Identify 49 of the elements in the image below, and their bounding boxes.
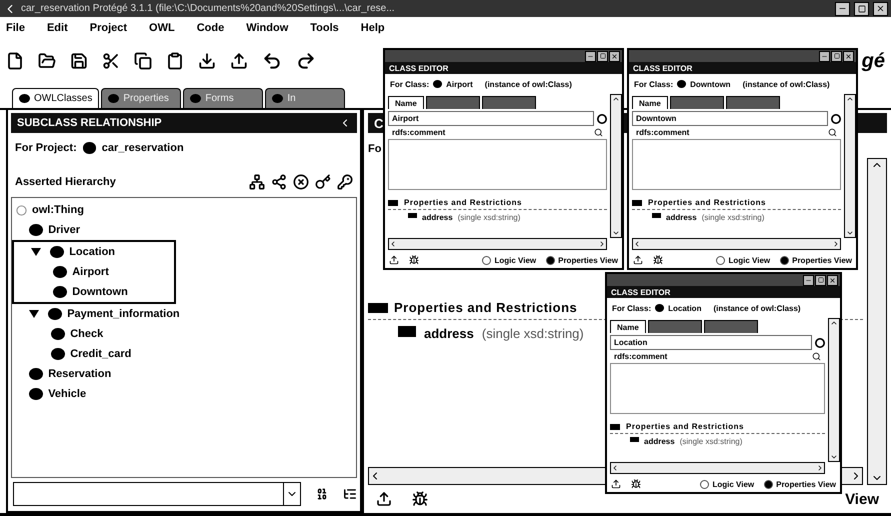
view-label: View [845,490,879,508]
class-name: Airport [446,80,473,88]
section-title: Properties and Restrictions [626,422,744,431]
section-title: Properties and Restrictions [648,198,766,207]
panel-header: SUBCLASS RELATIONSHIP [11,113,357,133]
class-label: Driver [48,224,80,236]
for-class-label: Fo [368,143,382,155]
hierarchy-label: Asserted Hierarchy [15,176,116,188]
comment-label: rdfs:comment [614,352,668,361]
logo-text: gé [862,50,885,72]
class-label: Airport [72,266,109,278]
section-title: Properties and Restrictions [404,198,522,207]
section-title: Properties and Restrictions [394,300,578,315]
project-label: For Project: [15,142,77,154]
property-type: (single xsd:string) [702,213,764,222]
for-class-label: For Class: [390,80,430,88]
radio-label: Logic View [712,480,754,488]
class-label: Check [70,328,104,340]
radio-label: Logic View [494,256,536,264]
class-label: owl:Thing [32,204,84,216]
class-label: Reservation [48,368,112,380]
property-name: address [422,213,453,222]
property-name: address [644,437,675,446]
property-name: address [424,326,474,341]
property-name: address [666,213,697,222]
property-type: (single xsd:string) [680,437,742,446]
radio-label: Logic View [728,256,770,264]
radio-label: Properties View [792,256,852,264]
project-name: car_reservation [102,142,184,154]
panel-header: CLASS EDITOR [607,286,840,298]
class-label: Payment_information [67,308,180,320]
class-label: Location [69,246,116,258]
class-label: Downtown [72,286,128,298]
class-type: (instance of owl:Class) [713,304,801,312]
panel-header: CLASS EDITOR [385,62,622,74]
class-type: (instance of owl:Class) [742,80,830,88]
for-class-label: For Class: [634,80,674,88]
for-class-label: For Class: [612,304,652,312]
window-title: car_reservation Protégé 3.1.1 (file:\C:\Documents%20and%20Settings\...\car_rese... [21,3,396,14]
class-name: Location [668,304,702,312]
radio-label: Properties View [558,256,618,264]
panel-header: CLASS EDITOR [629,62,856,74]
property-type: (single xsd:string) [482,326,584,341]
class-label: Credit_card [70,348,132,360]
class-name: Downtown [690,80,731,88]
class-label: Vehicle [48,388,86,400]
property-type: (single xsd:string) [458,213,520,222]
radio-label: Properties View [776,480,836,488]
class-type: (instance of owl:Class) [484,80,572,88]
